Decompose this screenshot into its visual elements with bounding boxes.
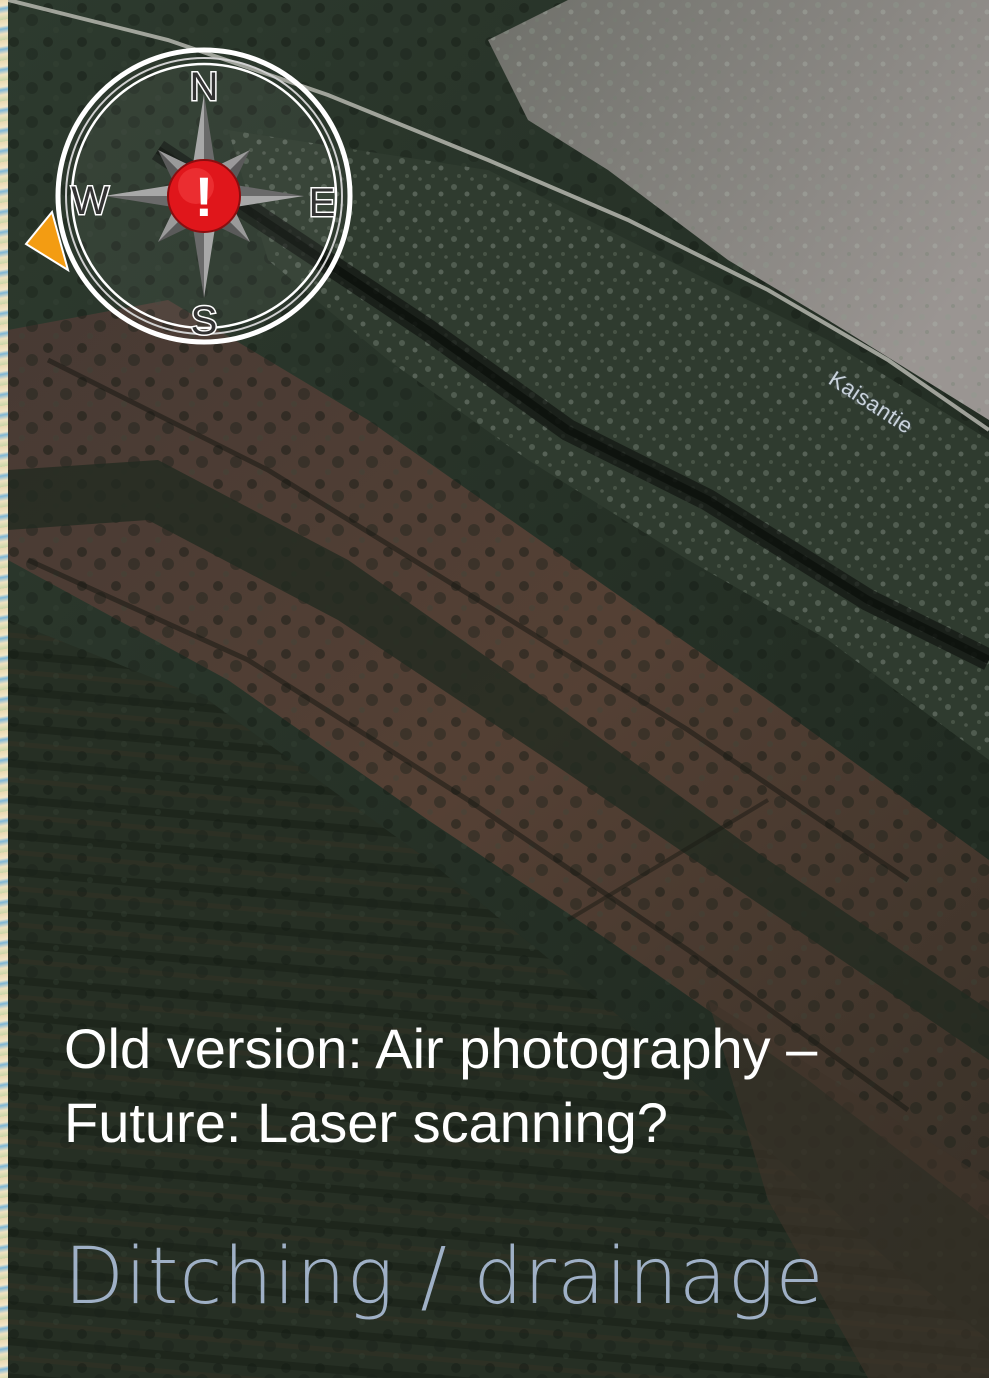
svg-text:!: ! bbox=[195, 165, 214, 228]
compass-east-label: E bbox=[309, 181, 336, 225]
caption: Old version: Air photography – Future: L… bbox=[64, 1012, 964, 1160]
compass-north-label: N bbox=[190, 65, 219, 109]
caption-line-2: Future: Laser scanning? bbox=[64, 1091, 668, 1154]
alert-icon: ! bbox=[167, 159, 241, 233]
map-edge-strip bbox=[0, 0, 8, 1378]
caption-line-1: Old version: Air photography – bbox=[64, 1017, 818, 1080]
compass-west-label: W bbox=[71, 179, 109, 223]
slide-title: Ditching / drainage bbox=[64, 1232, 825, 1322]
slide: Kaisantie ! N S W E Old version: Air pho… bbox=[0, 0, 989, 1378]
compass-rose-icon: ! N S W E bbox=[24, 47, 353, 345]
compass-south-label: S bbox=[191, 299, 218, 343]
